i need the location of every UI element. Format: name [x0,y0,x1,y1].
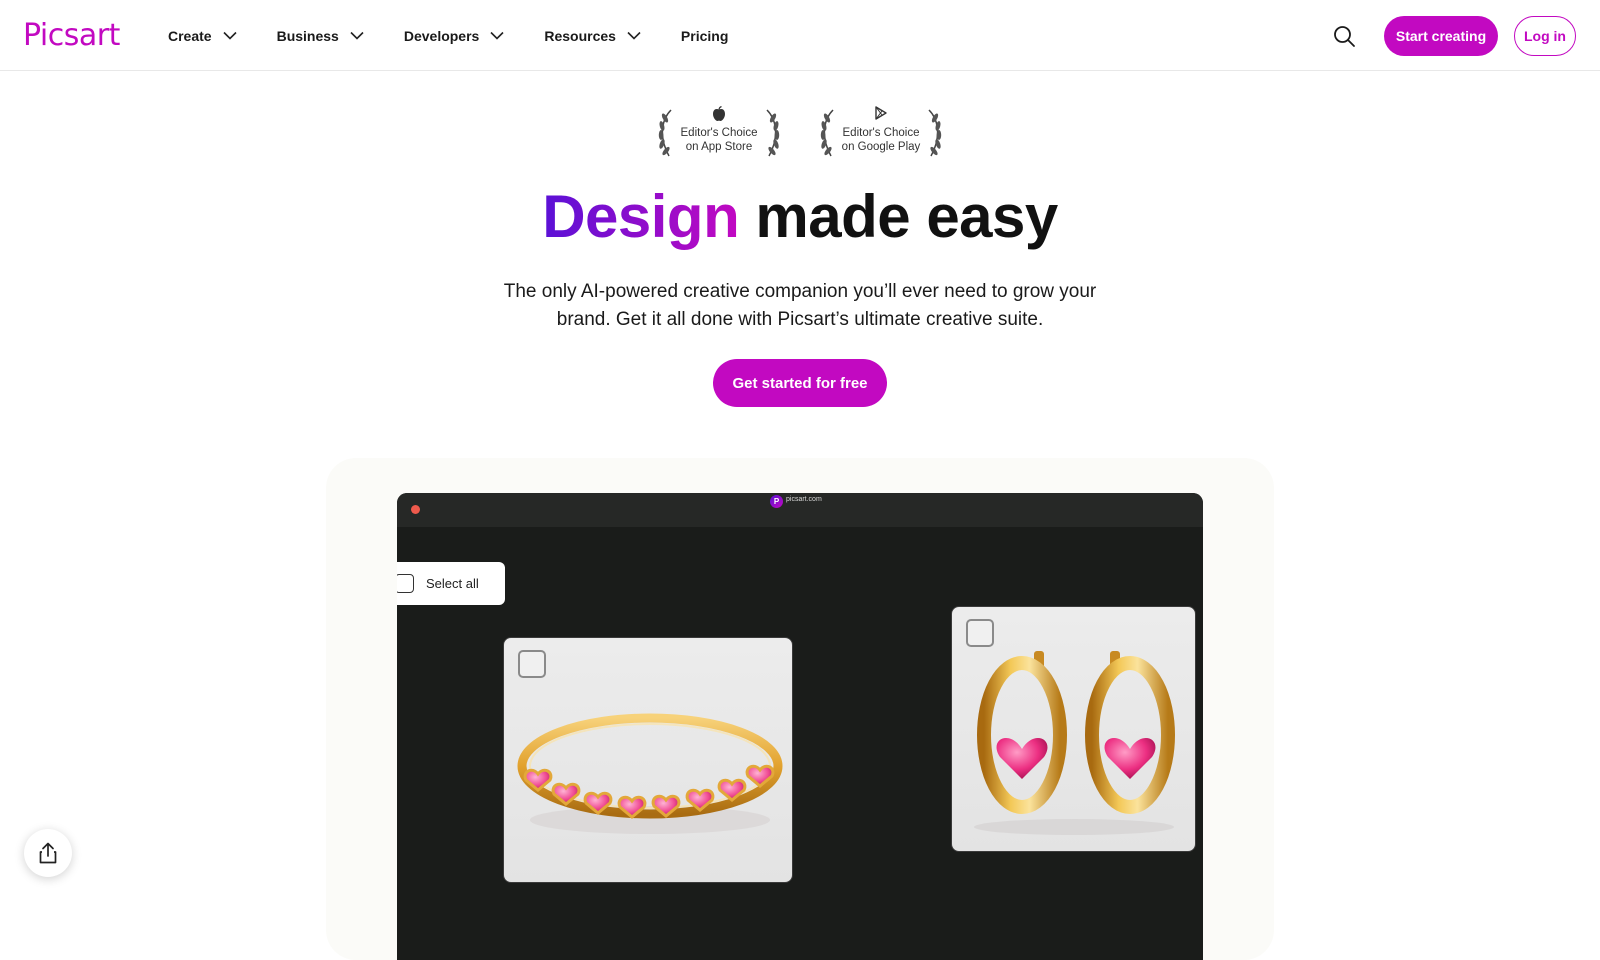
nav-pricing-label: Pricing [680,27,729,44]
share-button[interactable] [24,829,72,877]
earrings-card-checkbox[interactable] [966,619,994,647]
apple-icon [713,106,725,121]
top-nav-bar: Picsart Create Business Developers Resou… [0,0,1600,71]
laurel-icon [766,109,780,157]
ring-card-checkbox[interactable] [518,650,546,678]
main-nav: Create Business Developers Resources Pri… [168,0,728,71]
log-in-button[interactable]: Log in [1514,16,1576,56]
search-icon[interactable] [1332,24,1356,48]
window-close-dot [411,505,420,514]
chevron-down-icon [350,31,364,40]
award-app-store: Editor's Choice on App Store [653,104,785,158]
nav-resources[interactable]: Resources [544,28,641,44]
share-icon [39,842,57,864]
award-line2: on App Store [685,141,753,153]
award-app-store-text: Editor's Choice on App Store [681,126,758,154]
hero-title-rest: made easy [739,183,1058,250]
select-all-toggle[interactable]: Select all [397,562,505,605]
nav-create-label: Create [168,27,212,44]
award-google-play-text: Editor's Choice on Google Play [842,126,921,154]
chevron-down-icon [627,31,641,40]
ring-image-card[interactable] [503,637,793,883]
award-line1: Editor's Choice [680,127,758,139]
chevron-down-icon [223,31,237,40]
nav-resources-label: Resources [544,27,616,44]
nav-pricing[interactable]: Pricing [681,28,728,44]
hero-subtitle: The only AI-powered creative companion y… [503,281,1097,330]
picsart-badge-icon: P [770,495,783,508]
laurel-icon [928,109,942,157]
select-all-label: Select all [426,576,479,591]
hero-title-highlight: Design [542,183,740,250]
laurel-icon [820,109,834,157]
select-all-checkbox[interactable] [397,574,414,593]
chevron-down-icon [490,31,504,40]
nav-business[interactable]: Business [277,28,364,44]
window-titlebar: P picsart.com [397,493,1203,527]
nav-developers[interactable]: Developers [404,28,504,44]
heart-ring-image [517,713,783,834]
editor-preview-window: P picsart.com Select all [397,493,1203,960]
award-google-play: Editor's Choice on Google Play [815,104,947,158]
window-url: P picsart.com [770,495,822,508]
nav-developers-label: Developers [403,27,480,44]
award-line2: on Google Play [841,141,921,153]
window-url-text: picsart.com [786,496,822,503]
picsart-logo[interactable]: Picsart [23,18,120,53]
nav-create[interactable]: Create [168,28,237,44]
nav-business-label: Business [276,27,339,44]
google-play-icon [875,106,887,120]
get-started-button[interactable]: Get started for free [713,359,887,407]
hero-title: Design made easy [0,182,1600,251]
laurel-icon [658,109,672,157]
earrings-image-card[interactable] [951,606,1196,852]
start-creating-button[interactable]: Start creating [1384,16,1498,56]
award-line1: Editor's Choice [842,127,920,139]
